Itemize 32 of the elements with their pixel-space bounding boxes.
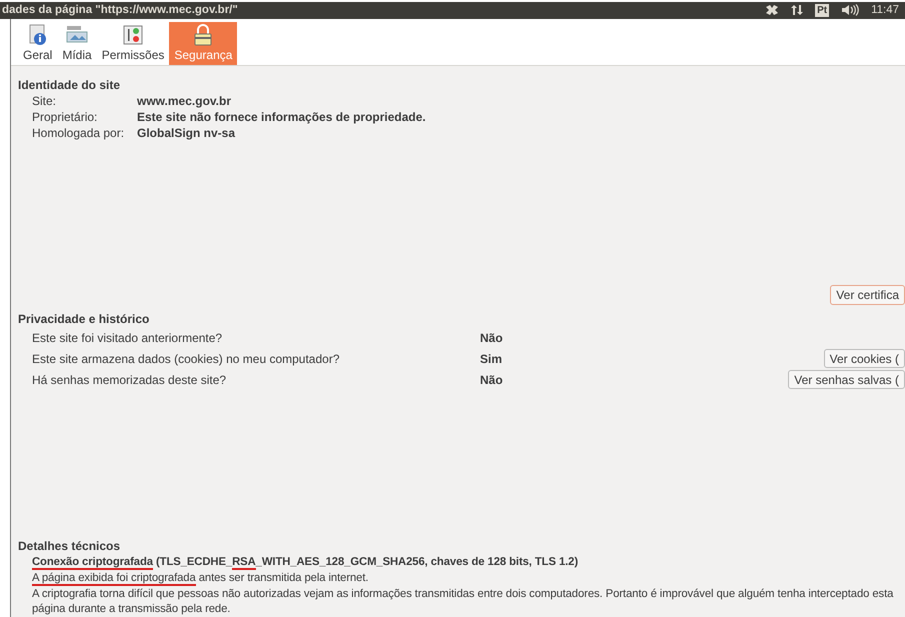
question-label: Este site foi visitado anteriormente?: [32, 330, 224, 346]
technical-detail-text: A criptografia torna difícil que pessoas não autorizadas vejam as informações transmitidas entre dois computadores. Portanto é improvável que alguém tenha interceptado esta página durante a transmissão pela rede.: [31, 587, 894, 617]
keyboard-layout-indicator[interactable]: Pt: [815, 4, 830, 17]
question-label: Há senhas memorizadas deste site?: [32, 372, 228, 388]
field-label: Proprietário:: [32, 109, 98, 125]
field-value: Este site não fornece informações de propriedade.: [137, 109, 426, 125]
section-heading: Detalhes técnicos: [18, 538, 122, 554]
field-value: www.mec.gov.br: [137, 93, 232, 109]
technical-detail-text: A página exibida foi criptografada antes ser transmitida pela internet.: [31, 571, 370, 586]
view-certificate-button[interactable]: Ver certifica: [830, 285, 905, 305]
padlock-icon: [192, 24, 214, 46]
window-title: dades da página "https://www.mec.gov.br/": [2, 2, 238, 18]
answer-value: Não: [480, 372, 503, 388]
question-label: Este site armazena dados (cookies) no meu computador?: [32, 350, 340, 368]
clock[interactable]: 11:47: [871, 2, 899, 19]
network-arrows-icon[interactable]: [791, 4, 804, 16]
technical-detail-text: Conexão criptografada (TLS_ECDHE_RSA_WITH_AES_128_GCM_SHA256, chaves de 128 bits, TLS 1.2): [31, 555, 580, 570]
section-heading: Privacidade e histórico: [18, 311, 150, 327]
tab[interactable]: Permissões: [96, 22, 170, 65]
field-value: GlobalSign nv-sa: [137, 125, 236, 141]
answer-value: Sim: [480, 350, 502, 368]
view-button[interactable]: Ver cookies (: [824, 349, 905, 368]
section-heading: Identidade do site: [18, 77, 122, 93]
tab[interactable]: Mídia: [57, 22, 97, 65]
speaker-icon[interactable]: [841, 4, 860, 16]
permissions-toggle-icon: [122, 24, 144, 46]
field-label: Homologada por:: [32, 125, 126, 141]
view-button[interactable]: Ver senhas salvas (: [788, 370, 905, 389]
answer-value: Não: [480, 330, 503, 346]
field-label: Site:: [32, 93, 58, 109]
tab[interactable]: Geral: [18, 22, 58, 65]
info-document-icon: [26, 24, 49, 46]
